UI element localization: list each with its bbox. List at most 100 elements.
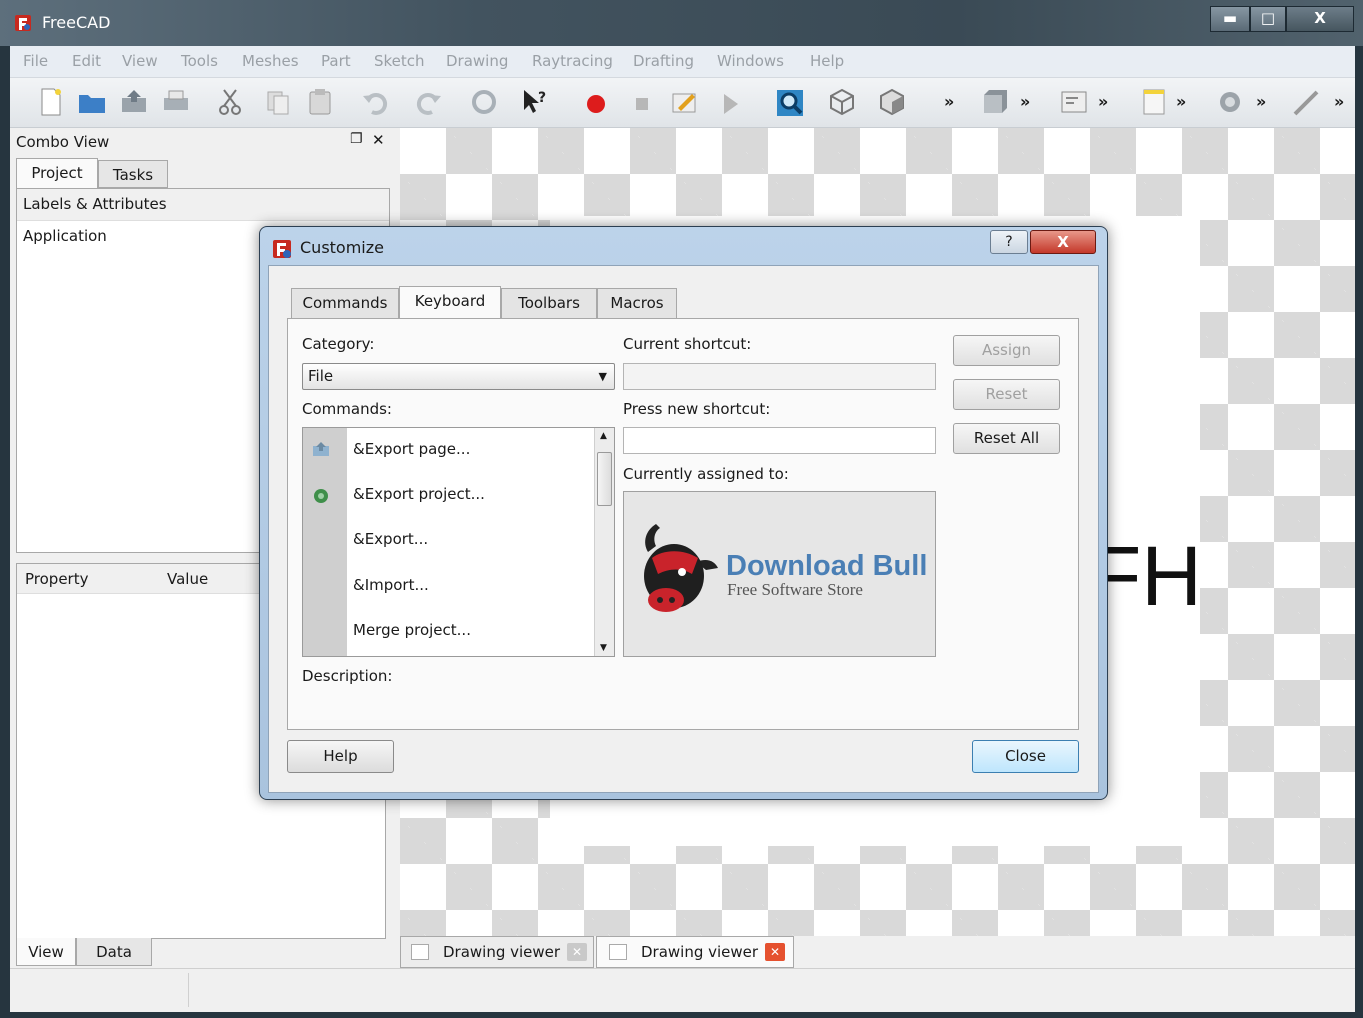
menu-drafting[interactable]: Drafting — [633, 52, 694, 70]
menu-file[interactable]: File — [23, 52, 48, 70]
document-tabs: Drawing viewer ✕ Drawing viewer ✕ — [400, 936, 1355, 968]
refresh-icon[interactable] — [468, 86, 500, 118]
export-page-icon — [313, 442, 329, 456]
assign-button[interactable]: Assign — [953, 335, 1060, 366]
part-box-icon[interactable] — [978, 86, 1010, 118]
close-window-button[interactable]: X — [1286, 6, 1354, 32]
doc-tab-drawing-viewer-1[interactable]: Drawing viewer ✕ — [400, 936, 594, 968]
tab-commands[interactable]: Commands — [291, 288, 399, 318]
commands-label: Commands: — [302, 400, 392, 418]
stop-macro-icon[interactable] — [626, 86, 658, 118]
paste-icon[interactable] — [304, 86, 336, 118]
menu-sketch[interactable]: Sketch — [374, 52, 425, 70]
toolbar-overflow-5[interactable]: » — [1256, 86, 1288, 118]
tree-header: Labels & Attributes — [17, 189, 389, 221]
tab-toolbars[interactable]: Toolbars — [501, 288, 597, 318]
menu-help[interactable]: Help — [810, 52, 844, 70]
description-label: Description: — [302, 667, 393, 685]
dialog-help-button[interactable]: ? — [990, 230, 1028, 254]
menu-windows[interactable]: Windows — [717, 52, 784, 70]
maximize-button[interactable]: □ — [1250, 6, 1286, 32]
bull-logo-icon — [644, 524, 718, 612]
drawing-page-icon[interactable] — [1058, 86, 1090, 118]
new-shortcut-label: Press new shortcut: — [623, 400, 771, 418]
main-toolbar: ? » » » » » » — [10, 78, 1355, 128]
menu-drawing[interactable]: Drawing — [446, 52, 508, 70]
new-document-icon[interactable] — [34, 86, 66, 118]
save-icon[interactable] — [118, 86, 150, 118]
combo-view-title: Combo View — [16, 133, 110, 151]
draft-line-icon[interactable] — [1290, 86, 1322, 118]
list-item[interactable]: &Import... — [353, 576, 429, 594]
cut-icon[interactable] — [214, 86, 246, 118]
category-value: File — [308, 367, 334, 385]
undo-icon[interactable] — [360, 86, 392, 118]
reset-button[interactable]: Reset — [953, 379, 1060, 410]
tab-data[interactable]: Data — [76, 938, 152, 966]
toolbar-overflow-6[interactable]: » — [1334, 86, 1363, 118]
watermark-subtitle: Free Software Store — [727, 580, 863, 599]
commands-scrollbar[interactable]: ▲ ▼ — [594, 428, 614, 656]
tab-keyboard[interactable]: Keyboard — [399, 286, 501, 319]
scroll-up-icon[interactable]: ▲ — [600, 431, 607, 441]
toolbar-overflow-1[interactable]: » — [944, 86, 976, 118]
doc-tab-drawing-viewer-2[interactable]: Drawing viewer ✕ — [596, 936, 794, 968]
raytracing-icon[interactable] — [1214, 86, 1246, 118]
print-icon[interactable] — [160, 86, 192, 118]
close-tab-icon[interactable]: ✕ — [765, 943, 785, 961]
scroll-thumb[interactable] — [597, 452, 612, 506]
current-shortcut-field — [623, 363, 936, 390]
new-shortcut-input[interactable] — [623, 427, 936, 454]
close-tab-icon[interactable]: ✕ — [567, 943, 587, 961]
toolbar-overflow-3[interactable]: » — [1098, 86, 1130, 118]
tab-macros[interactable]: Macros — [597, 288, 677, 318]
close-button[interactable]: Close — [972, 740, 1079, 773]
status-bar — [10, 968, 1355, 1012]
float-panel-icon[interactable]: ❐ — [350, 131, 363, 147]
minimize-button[interactable]: ▬ — [1210, 6, 1250, 32]
front-view-icon[interactable] — [876, 86, 908, 118]
toolbar-overflow-2[interactable]: » — [1020, 86, 1052, 118]
commands-list[interactable]: &Export page... &Export project... &Expo… — [302, 427, 615, 657]
whats-this-icon[interactable]: ? — [518, 86, 550, 118]
list-item[interactable]: &Export... — [353, 530, 428, 548]
category-select[interactable]: File ▼ — [302, 363, 615, 390]
edit-macro-icon[interactable] — [668, 86, 700, 118]
list-item[interactable]: &Export page... — [353, 440, 470, 458]
freecad-window: FreeCAD ▬ □ X File Edit View Tools Meshe… — [0, 0, 1363, 1018]
document-icon — [411, 944, 429, 960]
tab-project[interactable]: Project — [16, 158, 98, 188]
record-macro-icon[interactable] — [580, 86, 612, 118]
property-column-header: Property — [25, 570, 89, 588]
export-project-icon — [314, 489, 328, 503]
execute-macro-icon[interactable] — [714, 86, 746, 118]
axonometric-view-icon[interactable] — [826, 86, 858, 118]
new-sketch-icon[interactable] — [1138, 86, 1170, 118]
keyboard-tab-page: Category: File ▼ Commands: &Export page.… — [287, 318, 1079, 730]
tab-tasks[interactable]: Tasks — [98, 160, 168, 188]
menu-view[interactable]: View — [122, 52, 158, 70]
open-folder-icon[interactable] — [76, 86, 108, 118]
menu-meshes[interactable]: Meshes — [242, 52, 299, 70]
fit-all-icon[interactable] — [774, 86, 806, 118]
tab-view[interactable]: View — [16, 938, 76, 966]
toolbar-overflow-4[interactable]: » — [1176, 86, 1208, 118]
chevron-down-icon: ▼ — [598, 370, 607, 383]
close-panel-icon[interactable]: ✕ — [372, 131, 385, 149]
menu-raytracing[interactable]: Raytracing — [532, 52, 613, 70]
list-item[interactable]: Merge project... — [353, 621, 471, 639]
redo-icon[interactable] — [412, 86, 444, 118]
scroll-down-icon[interactable]: ▼ — [600, 643, 607, 653]
tree-item-application[interactable]: Application — [23, 227, 107, 245]
assigned-to-label: Currently assigned to: — [623, 465, 789, 483]
list-item[interactable]: &Export project... — [353, 485, 485, 503]
menu-tools[interactable]: Tools — [181, 52, 218, 70]
reset-all-button[interactable]: Reset All — [953, 423, 1060, 454]
menu-edit[interactable]: Edit — [72, 52, 101, 70]
dialog-close-button[interactable]: X — [1030, 230, 1096, 254]
menu-part[interactable]: Part — [321, 52, 351, 70]
copy-icon[interactable] — [262, 86, 294, 118]
help-button[interactable]: Help — [287, 740, 394, 773]
freecad-logo-icon — [273, 240, 291, 258]
freecad-logo-icon — [15, 15, 31, 31]
